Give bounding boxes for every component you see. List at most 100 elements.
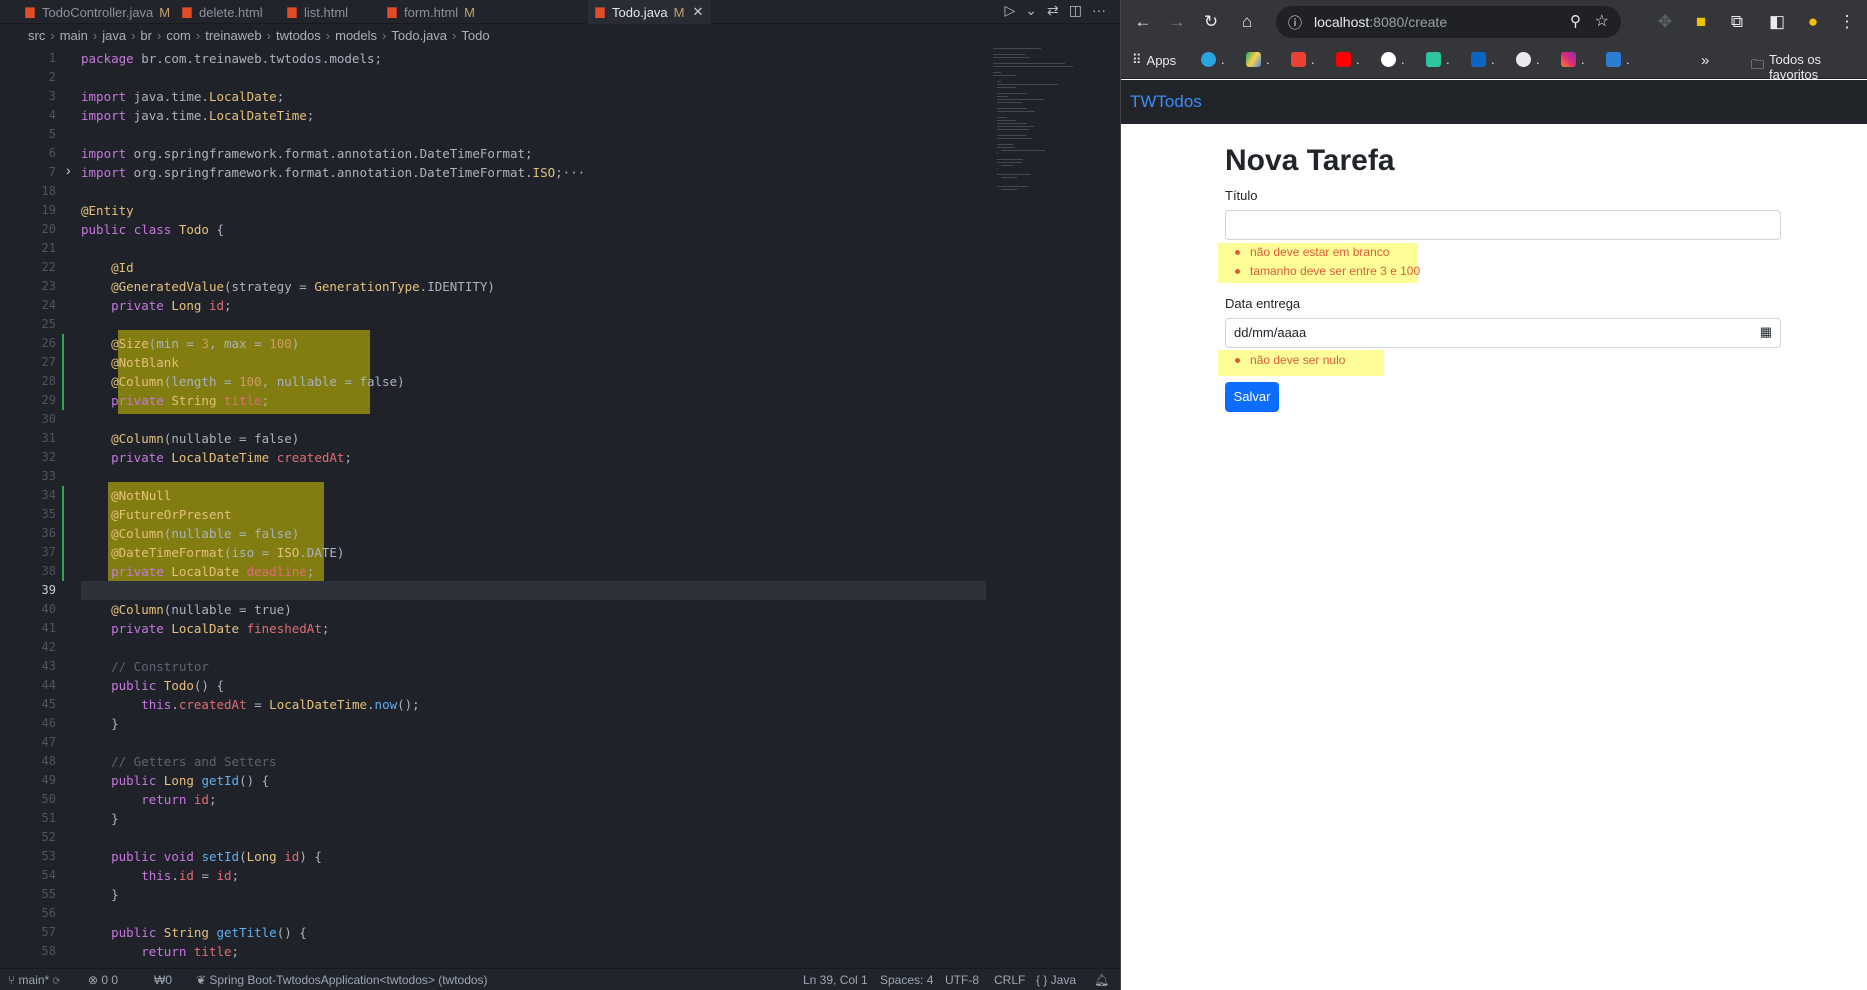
more-icon[interactable]: ··· xyxy=(1092,2,1106,19)
code-line[interactable]: // Getters and Setters xyxy=(81,752,277,771)
tab-delete-html[interactable]: ▆ delete.html xyxy=(175,0,271,24)
code-line[interactable]: @Column(nullable = false) xyxy=(81,429,299,448)
code-line[interactable]: } xyxy=(81,809,119,828)
bookmark-star-icon[interactable]: ☆ xyxy=(1595,11,1609,31)
code-line[interactable]: import org.springframework.format.annota… xyxy=(81,144,533,163)
end-of-line[interactable]: CRLF xyxy=(994,973,1025,987)
code-line[interactable]: private String title; xyxy=(81,391,269,410)
address-bar[interactable]: ⓘ localhost:8080/create ⚲ ☆ xyxy=(1276,6,1621,38)
breadcrumb-item[interactable]: Todo xyxy=(461,28,489,43)
brand-link[interactable]: TWTodos xyxy=(1130,92,1202,112)
code-line[interactable]: @Column(nullable = false) xyxy=(81,524,299,543)
problems-indicator[interactable]: ⊗ 0 0 xyxy=(88,973,118,987)
code-line[interactable]: public Todo() { xyxy=(81,676,224,695)
menu-icon[interactable]: ⋮ xyxy=(1835,10,1859,34)
bookmark-drive[interactable]: . xyxy=(1246,52,1270,67)
bookmark-apps[interactable]: ⠿ Apps xyxy=(1132,52,1176,68)
tab-list-html[interactable]: ▆ list.html xyxy=(280,0,356,24)
indentation[interactable]: Spaces: 4 xyxy=(880,973,933,987)
all-bookmarks[interactable]: 🗀︎ Todos os favoritos xyxy=(1751,52,1867,82)
bookmark-gmail[interactable]: . xyxy=(1291,52,1315,67)
more-bookmarks-icon[interactable]: » xyxy=(1701,52,1709,69)
breadcrumb-item[interactable]: src xyxy=(28,28,45,43)
notifications-icon[interactable]: 🔔︎ xyxy=(1094,973,1109,987)
back-icon[interactable]: ← xyxy=(1131,10,1155,34)
breadcrumb-item[interactable]: twtodos xyxy=(276,28,321,43)
breadcrumb-item[interactable]: java xyxy=(102,28,126,43)
code-editor[interactable]: 1 package br.com.treinaweb.twtodos.models… xyxy=(0,48,990,966)
forward-icon[interactable]: → xyxy=(1165,10,1189,34)
code-line[interactable]: import java.time.LocalDateTime; xyxy=(81,106,314,125)
avatar[interactable]: ● xyxy=(1801,10,1825,34)
bookmark-instagram[interactable]: . xyxy=(1561,52,1585,67)
extension-icon[interactable]: ✥ xyxy=(1653,10,1677,34)
site-info-icon[interactable]: ⓘ xyxy=(1288,13,1302,33)
tab-todo-java[interactable]: ▆ Todo.java M ✕ xyxy=(588,0,712,24)
code-line[interactable]: return id; xyxy=(81,790,216,809)
encoding[interactable]: UTF-8 xyxy=(945,973,979,987)
bookmark-youtube[interactable]: . xyxy=(1336,52,1360,67)
home-icon[interactable]: ⌂ xyxy=(1235,10,1259,34)
breadcrumb-item[interactable]: Todo.java xyxy=(391,28,447,43)
title-input[interactable] xyxy=(1225,210,1781,240)
split-editor-icon[interactable]: ◫ xyxy=(1069,2,1082,19)
extensions-puzzle-icon[interactable]: ⧉ xyxy=(1725,10,1749,34)
breadcrumb-item[interactable]: treinaweb xyxy=(205,28,261,43)
breadcrumb-item[interactable]: com xyxy=(166,28,191,43)
code-line[interactable]: private LocalDateTime createdAt; xyxy=(81,448,352,467)
tab-todocontroller[interactable]: ▆ TodoController.java M xyxy=(18,0,178,24)
breadcrumb-item[interactable]: models xyxy=(335,28,377,43)
run-icon[interactable]: ▷ xyxy=(1005,2,1016,19)
code-line[interactable]: @Column(nullable = true) xyxy=(81,600,292,619)
bookmark-google[interactable]: . xyxy=(1381,52,1405,67)
close-icon[interactable]: ✕ xyxy=(693,4,704,20)
code-line[interactable]: @Id xyxy=(81,258,134,277)
tab-form-html[interactable]: ▆ form.html M xyxy=(380,0,483,24)
code-line[interactable]: @NotBlank xyxy=(81,353,179,372)
code-line[interactable]: import org.springframework.format.annota… xyxy=(81,163,585,182)
code-line[interactable]: private Long id; xyxy=(81,296,231,315)
code-line[interactable]: } xyxy=(81,714,119,733)
side-panel-icon[interactable]: ◧ xyxy=(1765,10,1789,34)
git-change-marker[interactable] xyxy=(62,334,64,410)
code-line[interactable]: @Entity xyxy=(81,201,134,220)
extension-icon[interactable]: ■ xyxy=(1689,10,1713,34)
fold-chevron-icon[interactable]: › xyxy=(66,162,71,178)
bookmark-telegram[interactable]: . xyxy=(1201,52,1225,67)
compare-icon[interactable]: ⇄ xyxy=(1047,2,1059,19)
spring-boot-indicator[interactable]: ❦ Spring Boot-TwtodosApplication<twtodos… xyxy=(196,973,488,987)
git-change-marker[interactable] xyxy=(62,486,64,581)
code-line[interactable]: public String getTitle() { xyxy=(81,923,307,942)
code-line[interactable]: public class Todo { xyxy=(81,220,224,239)
code-line[interactable]: // Construtor xyxy=(81,657,209,676)
code-line[interactable]: @DateTimeFormat(iso = ISO.DATE) xyxy=(81,543,344,562)
ports-indicator[interactable]: ₩0 xyxy=(154,973,172,987)
language-mode[interactable]: { } Java xyxy=(1036,973,1076,987)
reload-icon[interactable]: ↻ xyxy=(1199,10,1223,34)
breadcrumb-item[interactable]: br xyxy=(140,28,152,43)
code-line[interactable]: package br.com.treinaweb.twtodos.models; xyxy=(81,49,382,68)
zoom-icon[interactable]: ⚲ xyxy=(1570,12,1581,30)
breadcrumb-item[interactable]: main xyxy=(60,28,88,43)
code-line[interactable]: } xyxy=(81,885,119,904)
bookmark-trello[interactable]: . xyxy=(1606,52,1630,67)
code-line[interactable]: public void setId(Long id) { xyxy=(81,847,322,866)
minimap[interactable] xyxy=(993,48,1111,948)
code-line[interactable]: this.id = id; xyxy=(81,866,239,885)
branch-indicator[interactable]: ⑂ main* ⟳ xyxy=(8,973,60,987)
code-line[interactable]: @Column(length = 100, nullable = false) xyxy=(81,372,405,391)
code-line[interactable]: public Long getId() { xyxy=(81,771,269,790)
code-line[interactable]: this.createdAt = LocalDateTime.now(); xyxy=(81,695,419,714)
deadline-date-input[interactable]: dd/mm/aaaa ▦ xyxy=(1225,318,1781,348)
code-line[interactable]: private LocalDate deadline; xyxy=(81,562,314,581)
code-line[interactable]: @Size(min = 3, max = 100) xyxy=(81,334,299,353)
chevron-down-icon[interactable]: ⌄ xyxy=(1025,2,1037,19)
save-button[interactable]: Salvar xyxy=(1225,382,1279,412)
code-line[interactable]: @NotNull xyxy=(81,486,171,505)
cursor-position[interactable]: Ln 39, Col 1 xyxy=(803,973,868,987)
calendar-icon[interactable]: ▦ xyxy=(1760,324,1772,340)
bookmark-site[interactable]: . xyxy=(1426,52,1450,67)
code-line[interactable]: @FutureOrPresent xyxy=(81,505,231,524)
code-line[interactable]: @GeneratedValue(strategy = GenerationTyp… xyxy=(81,277,495,296)
code-line[interactable]: private LocalDate fineshedAt; xyxy=(81,619,329,638)
